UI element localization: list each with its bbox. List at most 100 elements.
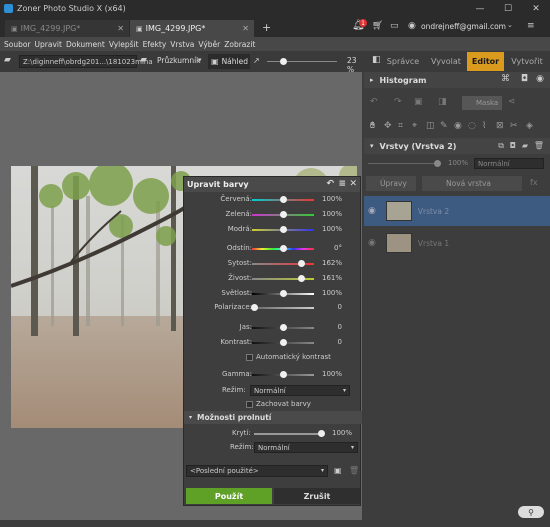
export-icon[interactable]: ↗ [253,56,260,65]
slider-knob[interactable] [251,304,258,311]
menu-item-upravit[interactable]: Upravit [35,40,62,49]
transform-tool-icon[interactable]: ⌖ [412,121,417,131]
histogram-header[interactable]: ▸ Histogram ⌘ ◘ ◉ [364,72,550,88]
menu-item-soubor[interactable]: Soubor [4,40,31,49]
close-tab-icon[interactable]: ✕ [117,24,124,33]
move-tool-icon[interactable]: ✥ [384,121,392,131]
blend-opacity-track[interactable] [254,433,324,435]
menu-item-vyber[interactable]: Výběr [198,40,220,49]
slider-knob[interactable] [280,211,287,218]
tab-document-1[interactable]: ▣ IMG_4299.JPG* ✕ [5,20,129,37]
slider-track[interactable] [252,278,314,280]
blend-options-header[interactable]: ▾ Možnosti prolnutí [184,411,362,424]
apply-button[interactable]: Použít [186,488,272,504]
clone-tool-icon[interactable]: ⌇ [482,121,486,131]
blend-mode-select[interactable]: Normální ▾ [254,442,358,453]
reset-icon[interactable]: ↶ [326,179,334,189]
redo-icon[interactable]: ↷ [394,97,402,107]
dropdown-arrow-icon[interactable]: ▾ [198,56,202,64]
account-email[interactable]: ondrejneff@gmail.com [421,22,506,31]
keep-colors-checkbox[interactable] [246,400,253,408]
menu-icon[interactable]: ≡ [527,21,535,31]
shape-tool-icon[interactable]: ◈ [526,121,533,131]
chevron-down-icon[interactable]: ⌄ [507,21,513,29]
blend-mode-select[interactable]: Normální [474,158,544,169]
slider-knob[interactable] [280,371,287,378]
cart-icon[interactable]: 🛒︎ [372,21,383,31]
menu-item-vrstva[interactable]: Vrstva [170,40,194,49]
preset-select[interactable]: <Poslední použité> ▾ [186,465,328,477]
menu-item-dokument[interactable]: Dokument [66,40,105,49]
lasso-tool-icon[interactable]: ◌ [468,121,476,131]
undo-icon[interactable]: ↶ [370,97,378,107]
chat-icon[interactable]: ▭ [390,21,399,31]
layer-row-vrstva-1[interactable]: ◉ Vrstva 1 [364,228,550,258]
fx-button[interactable]: fx [530,178,538,187]
fill-tool-icon[interactable]: ⊠ [496,121,504,131]
layers-header[interactable]: ▾ Vrstvy (Vrstva 2) ⧉ ◘ ▰ 🗑︎ [364,138,550,154]
selection-tool-icon[interactable]: ◫ [426,121,435,131]
crop-tool-icon[interactable]: ⌗ [398,121,403,131]
camera-icon[interactable]: ◘ [521,74,528,84]
settings-icon[interactable]: ◉ [536,74,544,84]
delete-preset-icon[interactable]: 🗑︎ [349,466,359,475]
copy-layer-icon[interactable]: ⧉ [498,141,504,151]
path-field[interactable]: Z:\diginneff\obrdg201...\181023mlha [19,55,153,68]
opacity-slider-knob[interactable] [434,160,441,167]
mask-icon[interactable]: ◘ [510,141,516,150]
brush-tool-icon[interactable]: ✎ [440,121,448,131]
eye-icon[interactable]: ◉ [368,206,376,216]
histogram-options-icon[interactable]: ⌘ [501,74,510,84]
eye-icon[interactable]: ◉ [368,238,376,248]
close-window-button[interactable]: ✕ [522,0,550,17]
tab-document-2[interactable]: ▣ IMG_4299.JPG* ✕ [130,20,254,37]
slider-knob[interactable] [280,226,287,233]
close-tab-icon[interactable]: ✕ [242,24,249,33]
slider-knob[interactable] [280,245,287,252]
auto-contrast-checkbox[interactable] [246,353,253,361]
close-icon[interactable]: ✕ [349,179,357,189]
save-preset-icon[interactable]: ▣ [334,466,342,475]
menu-icon[interactable]: ≡ [338,179,346,189]
slider-knob[interactable] [280,196,287,203]
opacity-slider-track[interactable] [368,163,438,164]
mode-vytvorit[interactable]: Vytvořit [505,52,549,71]
layout-icon[interactable]: ◧ [372,55,381,65]
adjustments-button[interactable]: Úpravy [366,176,416,191]
browser-button[interactable]: Průzkumník [157,56,201,65]
slider-track[interactable] [252,307,314,309]
menu-item-efekty[interactable]: Efekty [143,40,167,49]
blend-opacity-knob[interactable] [318,430,325,437]
mode-select[interactable]: Normální ▾ [250,385,350,396]
slider-knob[interactable] [280,290,287,297]
preview-button[interactable]: ▣ Náhled [208,54,250,69]
search-icon[interactable]: ⚲ [518,506,544,518]
maximize-button[interactable]: ☐ [494,0,522,17]
eye-tool-icon[interactable]: ◉ [454,121,462,131]
slider-knob[interactable] [297,275,305,282]
menu-item-zobrazit[interactable]: Zobrazit [224,40,255,49]
folder-icon[interactable]: ▰ [4,55,11,65]
slider-knob[interactable] [280,339,287,346]
delete-layer-icon[interactable]: 🗑︎ [534,141,544,150]
mode-vyvolat[interactable]: Vyvolat [426,52,466,71]
new-layer-button[interactable]: Nová vrstva [422,176,522,191]
cancel-button[interactable]: Zrušit [274,488,360,504]
slider-knob[interactable] [280,324,287,331]
browse-folder-icon[interactable]: ▰ [140,55,147,65]
image-icon[interactable]: ▣ [414,97,423,107]
share-icon[interactable]: ⋖ [508,97,516,107]
zoom-slider-track[interactable] [267,61,337,62]
text-tool-icon[interactable]: ✂ [510,121,518,131]
folder-icon[interactable]: ▰ [522,141,528,150]
mask-button[interactable]: Maska [462,96,502,110]
hand-tool-icon[interactable]: ✋︎ [370,121,375,131]
minimize-button[interactable]: — [466,0,494,17]
menu-item-vylepsit[interactable]: Vylepšit [109,40,139,49]
slider-knob[interactable] [297,260,305,267]
layer-row-vrstva-2[interactable]: ◉ Vrstva 2 [364,196,550,226]
zoom-slider-knob[interactable] [280,58,287,65]
mode-spravce[interactable]: Správce [381,52,425,71]
compare-icon[interactable]: ◨ [438,97,447,107]
new-tab-button[interactable]: + [262,21,271,34]
